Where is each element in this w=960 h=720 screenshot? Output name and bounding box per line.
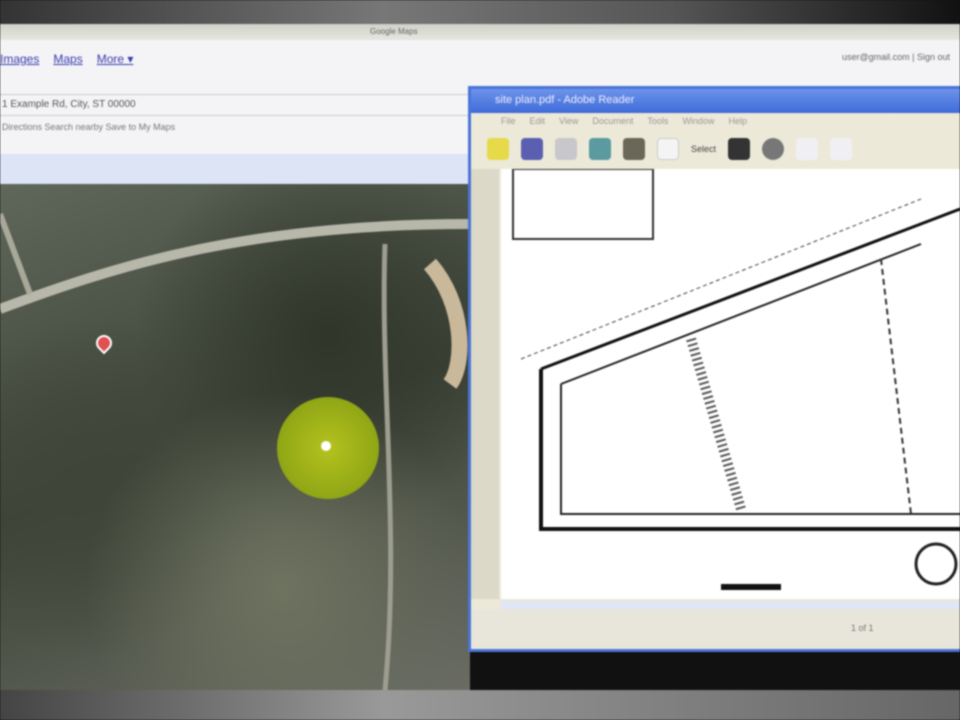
address-result[interactable]: 1 Example Rd, City, ST 00000 <box>0 94 470 116</box>
toolbar: Select <box>471 131 960 167</box>
pdf-page-site-plan <box>501 168 960 599</box>
menu-edit[interactable]: Edit <box>530 116 546 128</box>
menu-tools[interactable]: Tools <box>647 116 668 128</box>
email-icon[interactable] <box>589 138 611 160</box>
nav-link-maps[interactable]: Maps <box>53 52 82 66</box>
search-icon[interactable] <box>623 138 645 160</box>
menu-help[interactable]: Help <box>728 116 747 128</box>
account-links[interactable]: user@gmail.com | Sign out <box>842 52 950 62</box>
nav-link-images[interactable]: Images <box>0 52 39 66</box>
select-tool-button[interactable]: Select <box>691 144 716 154</box>
print-icon[interactable] <box>555 138 577 160</box>
hand-tool-icon[interactable] <box>657 138 679 160</box>
menu-view[interactable]: View <box>559 116 578 128</box>
address-actions[interactable]: Directions Search nearby Save to My Maps <box>0 120 177 134</box>
nav-links: Images Maps More ▾ <box>0 52 133 66</box>
save-icon[interactable] <box>521 138 543 160</box>
satellite-map[interactable] <box>0 184 470 690</box>
snapshot-icon[interactable] <box>728 138 751 160</box>
map-roads <box>0 212 470 690</box>
site-plan-drawing <box>512 168 960 590</box>
background-bottom <box>0 690 960 720</box>
tab-bar[interactable]: Google Maps <box>0 24 960 40</box>
pdf-viewer-window: site plan.pdf - Adobe Reader File Edit V… <box>468 86 960 652</box>
background-top <box>0 0 960 26</box>
page-fit-icon[interactable] <box>830 138 853 160</box>
map-header-bar <box>0 154 470 184</box>
menu-document[interactable]: Document <box>592 116 633 128</box>
page-icon[interactable] <box>796 138 819 160</box>
nav-link-more[interactable]: More ▾ <box>97 52 134 66</box>
menu-file[interactable]: File <box>501 116 516 128</box>
page-indicator[interactable]: 1 of 1 <box>851 623 874 633</box>
open-icon[interactable] <box>487 138 509 160</box>
navigation-pane[interactable] <box>471 169 499 599</box>
window-title: site plan.pdf - Adobe Reader <box>471 89 960 113</box>
menu-window[interactable]: Window <box>682 116 714 128</box>
location-dot[interactable] <box>321 441 331 451</box>
menu-bar: File Edit View Document Tools Window Hel… <box>471 113 960 131</box>
status-bar: 1 of 1 <box>471 609 960 649</box>
zoom-icon[interactable] <box>762 138 785 160</box>
